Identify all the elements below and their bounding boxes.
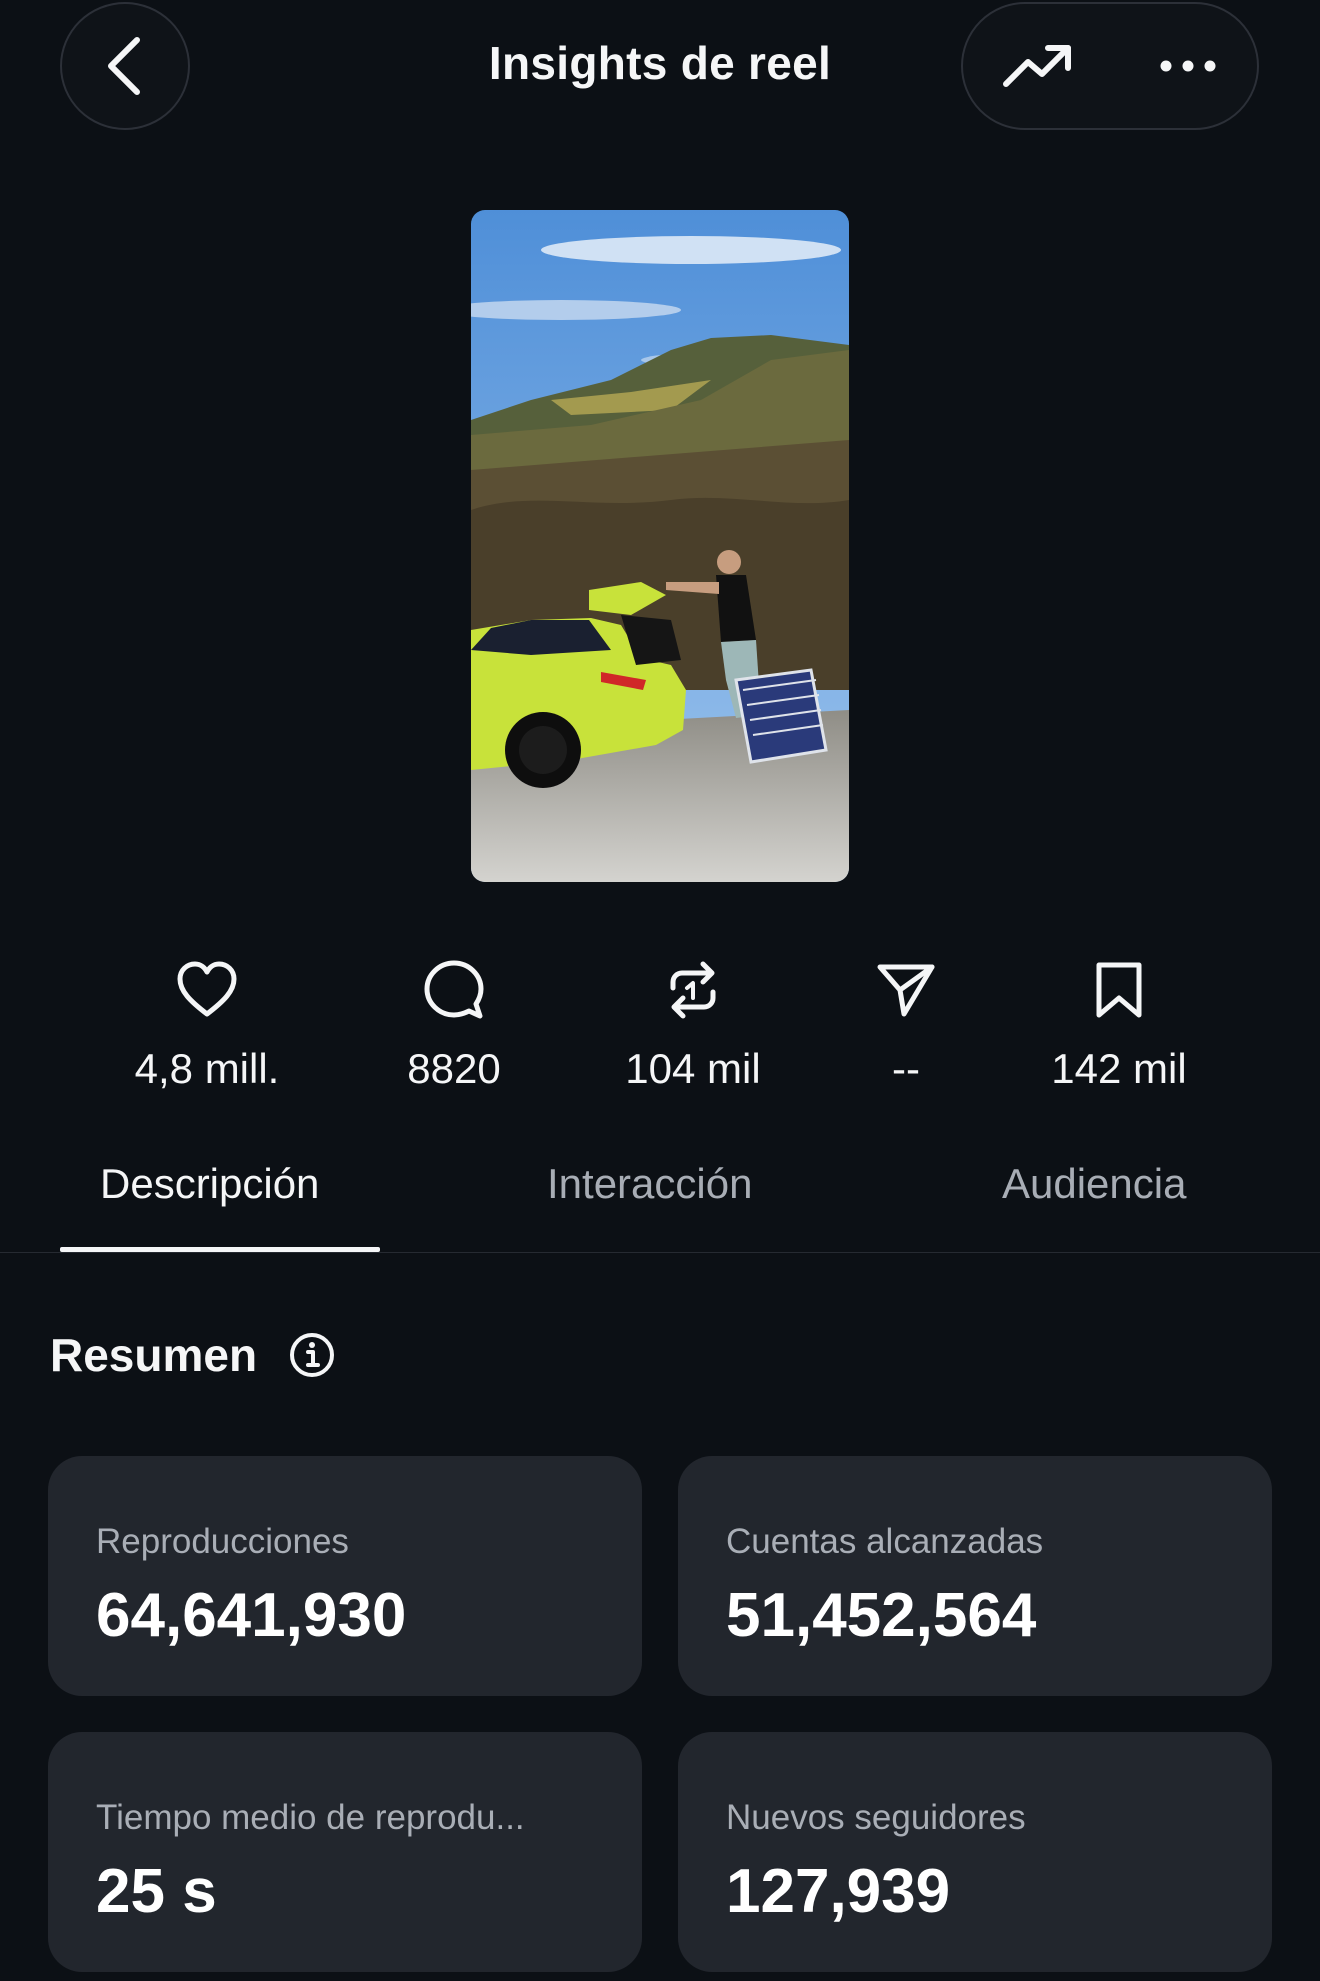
info-button[interactable]: [288, 1331, 336, 1384]
section-title: Resumen: [50, 1329, 258, 1381]
stat-comments-value: 8820: [407, 1045, 501, 1092]
stat-reposts-value: 104 mil: [625, 1045, 761, 1092]
stat-reposts: 104 mil: [593, 955, 793, 1093]
repost-icon: [670, 961, 716, 1019]
tab-audiencia[interactable]: Audiencia: [1002, 1160, 1186, 1208]
heart-icon: [177, 961, 237, 1017]
metric-value: 25 s: [96, 1857, 217, 1926]
stat-comments: 8820: [354, 955, 554, 1093]
back-button[interactable]: [60, 2, 190, 130]
tab-divider: [0, 1252, 1320, 1253]
page-title: Insights de reel: [488, 37, 832, 89]
trend-up-icon: [1003, 45, 1071, 87]
metric-label: Nuevos seguidores: [726, 1798, 1026, 1837]
reel-thumbnail[interactable]: [471, 210, 849, 882]
stat-likes: 4,8 mill.: [107, 955, 307, 1093]
metric-card-reproducciones[interactable]: Reproducciones 64,641,930: [48, 1456, 642, 1696]
stat-shares: --: [806, 955, 1006, 1093]
metric-card-nuevos-seguidores[interactable]: Nuevos seguidores 127,939: [678, 1732, 1272, 1972]
metric-label: Tiempo medio de reprodu...: [96, 1798, 525, 1837]
bookmark-icon: [1096, 962, 1142, 1018]
metric-value: 127,939: [726, 1857, 951, 1926]
metric-value: 51,452,564: [726, 1581, 1037, 1650]
info-icon: [290, 1333, 334, 1377]
more-horizontal-icon: [1160, 60, 1216, 72]
tab-interaccion[interactable]: Interacción: [547, 1160, 752, 1208]
metric-card-cuentas-alcanzadas[interactable]: Cuentas alcanzadas 51,452,564: [678, 1456, 1272, 1696]
reel-thumbnail-image: [471, 210, 849, 882]
tab-descripcion[interactable]: Descripción: [100, 1160, 319, 1208]
stat-saves-value: 142 mil: [1051, 1045, 1187, 1092]
stat-likes-value: 4,8 mill.: [134, 1045, 280, 1092]
header-actions: [961, 2, 1259, 130]
trend-button[interactable]: [983, 4, 1093, 128]
metric-value: 64,641,930: [96, 1581, 407, 1650]
metric-card-tiempo-medio[interactable]: Tiempo medio de reprodu... 25 s: [48, 1732, 642, 1972]
chevron-left-icon: [108, 37, 140, 95]
reel-insights-screen: Insights de reel 4,8 mill. 8820 104 mil …: [0, 0, 1320, 1981]
share-icon: [877, 964, 935, 1017]
stat-shares-value: --: [892, 1045, 920, 1092]
comment-icon: [424, 960, 484, 1019]
more-options-button[interactable]: [1133, 4, 1243, 128]
stat-saves: 142 mil: [1019, 955, 1219, 1093]
metric-label: Cuentas alcanzadas: [726, 1522, 1044, 1561]
metric-label: Reproducciones: [96, 1522, 349, 1561]
